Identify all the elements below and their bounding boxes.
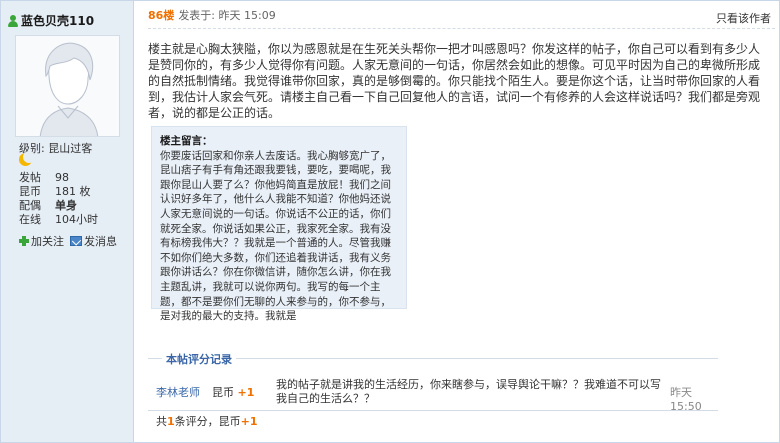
- envelope-icon: [70, 236, 82, 246]
- author-quote: 楼主留言： 你要废话回家和你亲人去废话。我心胸够宽广了，昆山痞子有手有角还跟我要…: [151, 126, 407, 322]
- rating-reason: 我的帖子就是讲我的生活经历，你来瞎参与，误导舆论干嘛？？我难道不可以写我自己的生…: [276, 378, 661, 405]
- rating-records: 本帖评分记录 李林老师 昆币 +1 我的帖子就是讲我的生活经历，你来瞎参与，误导…: [148, 351, 718, 428]
- quote-title: 楼主留言：: [160, 135, 213, 147]
- rating-row: 李林老师 昆币 +1 我的帖子就是讲我的生活经历，你来瞎参与，误导舆论干嘛？？我…: [148, 377, 718, 413]
- rating-amount: +1: [237, 386, 255, 399]
- username-row[interactable]: 蓝色贝壳110: [7, 12, 94, 29]
- quote-text: 你要废话回家和你亲人去废话。我心胸够宽广了，昆山痞子有手有角还跟我要钱，要吃，要…: [160, 149, 391, 323]
- send-message-button[interactable]: 发消息: [70, 233, 117, 249]
- rating-total: 共1条评分，昆币+1: [156, 415, 258, 428]
- follow-label: 加关注: [31, 235, 64, 248]
- post-body: 楼主就是心胸太狭隘，你以为感恩就是在生死关头帮你一把才叫感恩吗？你发这样的帖子，…: [148, 42, 761, 120]
- user-sidebar: 蓝色贝壳110 级别: 昆山过客 发帖 98 昆币 181 枚 配偶 单身 在线…: [1, 1, 134, 442]
- stat-coins: 昆币 181 枚: [19, 185, 91, 198]
- follow-button[interactable]: 加关注: [19, 233, 64, 249]
- message-label: 发消息: [84, 235, 117, 248]
- avatar[interactable]: [15, 35, 120, 137]
- rating-time: 昨天 15:50: [670, 386, 702, 413]
- post-header: 86楼 发表于: 昨天 15:09 只看该作者: [148, 1, 775, 29]
- plus-icon: [19, 236, 29, 246]
- rating-type: 昆币 +1: [212, 386, 255, 399]
- avatar-silhouette-icon: [16, 36, 119, 136]
- post-time: 发表于: 昨天 15:09: [178, 8, 276, 22]
- rating-total-amount: +1: [240, 415, 258, 428]
- username[interactable]: 蓝色贝壳110: [21, 12, 94, 29]
- only-author-link[interactable]: 只看该作者: [716, 10, 771, 26]
- post-content: 86楼 发表于: 昨天 15:09 只看该作者 楼主就是心胸太狭隘，你以为感恩就…: [134, 1, 779, 442]
- user-icon: [7, 14, 18, 27]
- rating-count: 1: [167, 415, 175, 428]
- moon-rank-icon: [19, 151, 35, 166]
- user-stats: 发帖 98 昆币 181 枚 配偶 单身 在线 104小时: [19, 171, 98, 227]
- rating-title: 本帖评分记录: [162, 351, 236, 367]
- stat-online: 在线 104小时: [19, 213, 98, 226]
- rating-user-link[interactable]: 李林老师: [156, 384, 200, 400]
- floor-number[interactable]: 86楼: [148, 7, 174, 23]
- stat-posts: 发帖 98: [19, 171, 69, 184]
- user-actions: 加关注 发消息: [19, 233, 117, 249]
- stat-spouse: 配偶 单身: [19, 199, 77, 212]
